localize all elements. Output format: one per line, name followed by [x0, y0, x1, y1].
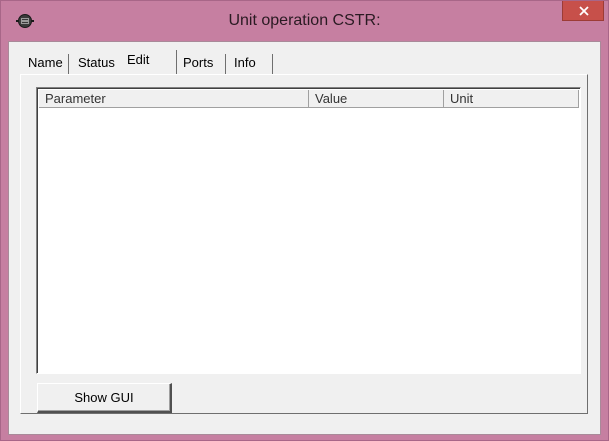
tab-separator	[225, 54, 226, 74]
column-header-parameter[interactable]: Parameter	[39, 90, 309, 107]
tab-separator	[68, 54, 69, 74]
tab-ports[interactable]: Ports	[179, 53, 217, 73]
column-header-value[interactable]: Value	[309, 90, 444, 107]
show-gui-button[interactable]: Show GUI	[37, 383, 172, 413]
tab-edit[interactable]: Edit	[123, 48, 154, 74]
table-header: Parameter Value Unit	[39, 90, 579, 108]
title-bar[interactable]: Unit operation CSTR:	[1, 1, 608, 41]
column-header-unit[interactable]: Unit	[444, 90, 579, 107]
dialog-client-area: Name Status Edit Ports Info Parameter Va…	[8, 41, 601, 435]
tab-info[interactable]: Info	[230, 53, 260, 73]
close-button[interactable]	[562, 1, 604, 21]
tab-name[interactable]: Name	[24, 53, 67, 73]
tab-status[interactable]: Status	[74, 53, 119, 73]
parameter-table[interactable]: Parameter Value Unit	[36, 87, 581, 374]
close-icon	[579, 6, 589, 16]
window-title: Unit operation CSTR:	[228, 12, 381, 29]
tab-separator	[176, 50, 177, 74]
unit-operation-window: Unit operation CSTR: Name Status Edit Po…	[0, 0, 609, 441]
tab-separator	[272, 54, 273, 74]
